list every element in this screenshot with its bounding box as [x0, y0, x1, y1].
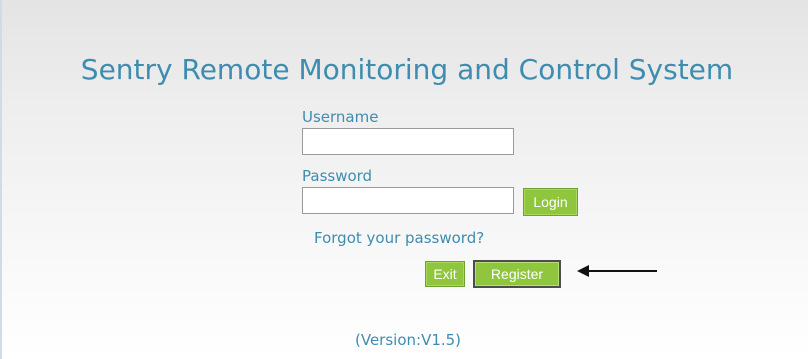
left-arrow-icon [577, 265, 657, 277]
username-input[interactable] [302, 128, 514, 155]
register-button[interactable]: Register [473, 260, 561, 288]
page-title: Sentry Remote Monitoring and Control Sys… [80, 53, 734, 86]
login-button[interactable]: Login [523, 188, 578, 216]
forgot-password-link[interactable]: Forgot your password? [314, 229, 484, 247]
login-page: Sentry Remote Monitoring and Control Sys… [0, 0, 808, 359]
password-input[interactable] [302, 187, 514, 214]
version-label: (Version:V1.5) [355, 331, 462, 349]
username-label: Username [302, 108, 379, 126]
password-label: Password [302, 167, 373, 185]
exit-button[interactable]: Exit [425, 261, 465, 287]
